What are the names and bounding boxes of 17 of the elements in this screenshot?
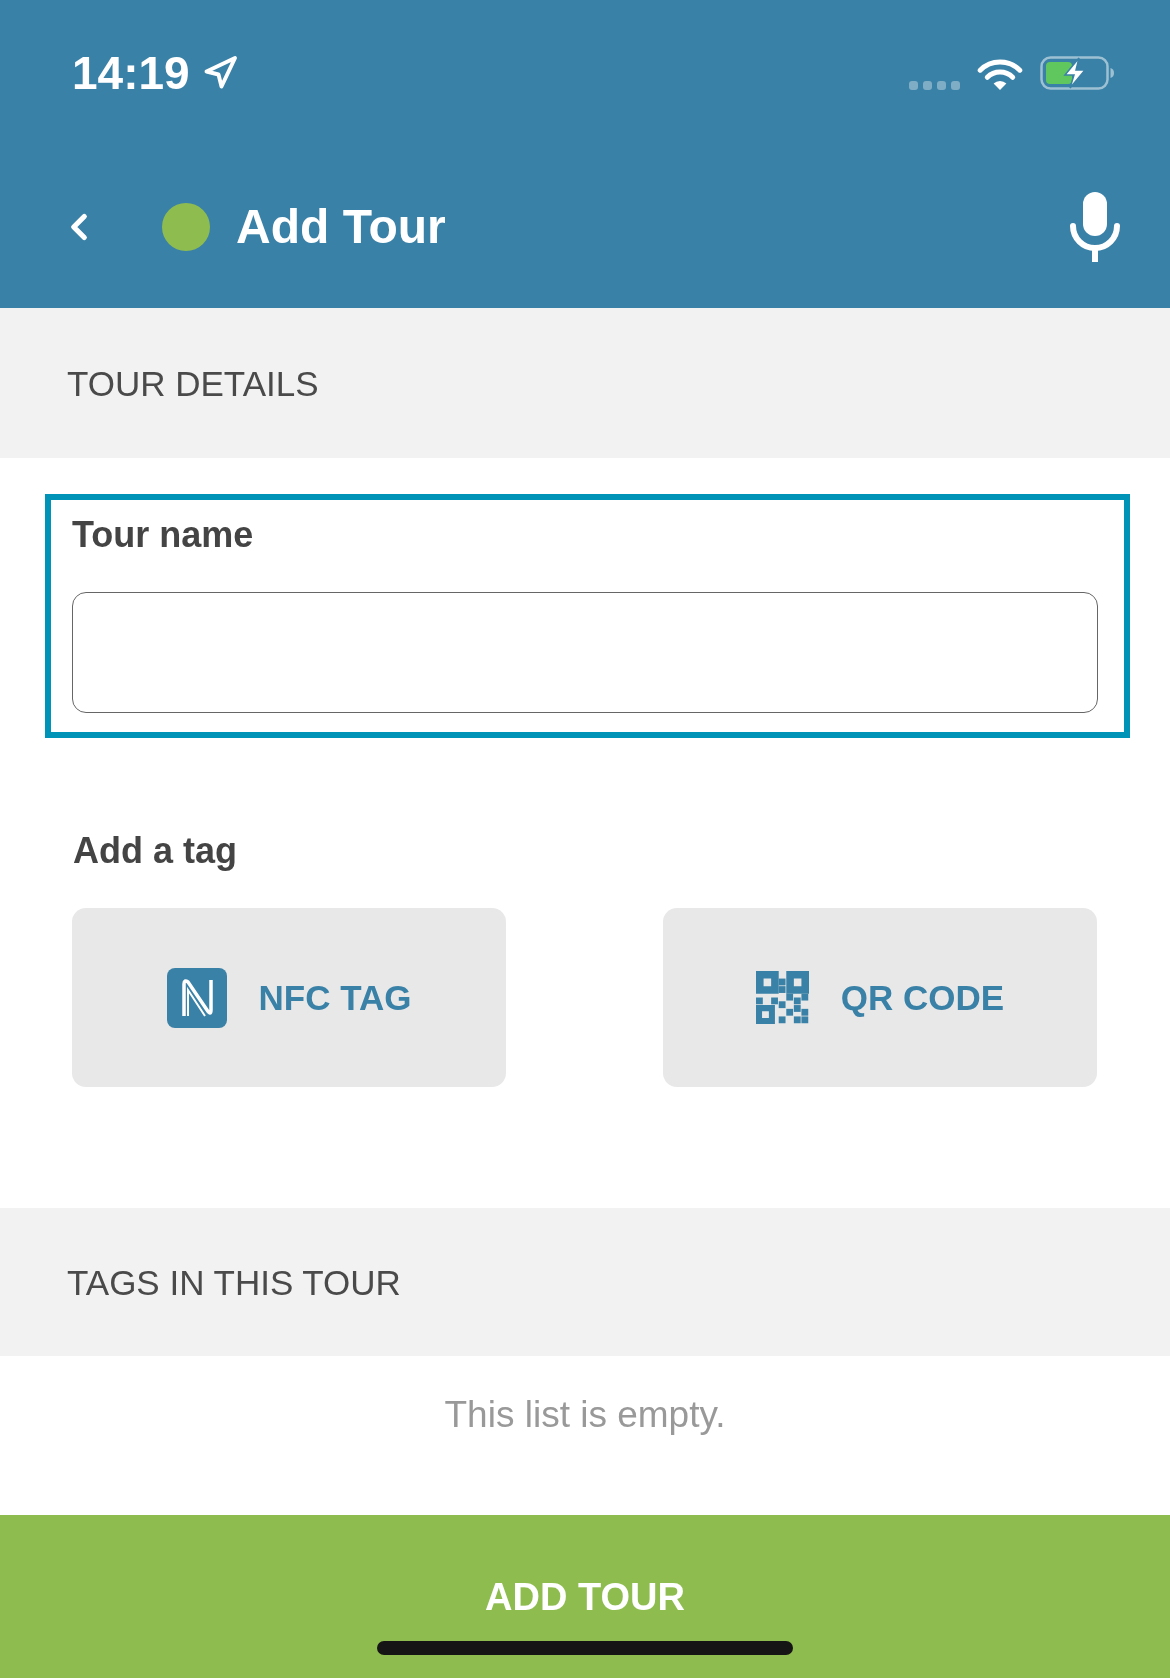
microphone-icon: [1068, 192, 1122, 262]
screen-title: Add Tour: [236, 203, 446, 251]
add-tour-button[interactable]: ADD TOUR: [0, 1515, 1170, 1678]
section-header: TAGS IN THIS TOUR: [0, 1208, 1170, 1356]
qr-code-icon: [755, 971, 809, 1024]
status-time: 14:19: [72, 50, 190, 96]
battery-charging-icon: [1040, 56, 1115, 90]
signal-dots-icon: [909, 80, 960, 90]
field-label: Add a tag: [73, 829, 237, 873]
tag-type-button[interactable]: NFC TAG: [72, 908, 506, 1087]
tag-type-button[interactable]: QR CODE: [663, 908, 1097, 1087]
field-label: Tour name: [72, 513, 254, 557]
nfc-icon: [166, 967, 227, 1028]
section-header: TOUR DETAILS: [0, 308, 1170, 458]
empty-list-message: This list is empty.: [444, 1393, 726, 1437]
microphone-button[interactable]: [1068, 192, 1122, 262]
tour-name-input[interactable]: [72, 592, 1098, 713]
